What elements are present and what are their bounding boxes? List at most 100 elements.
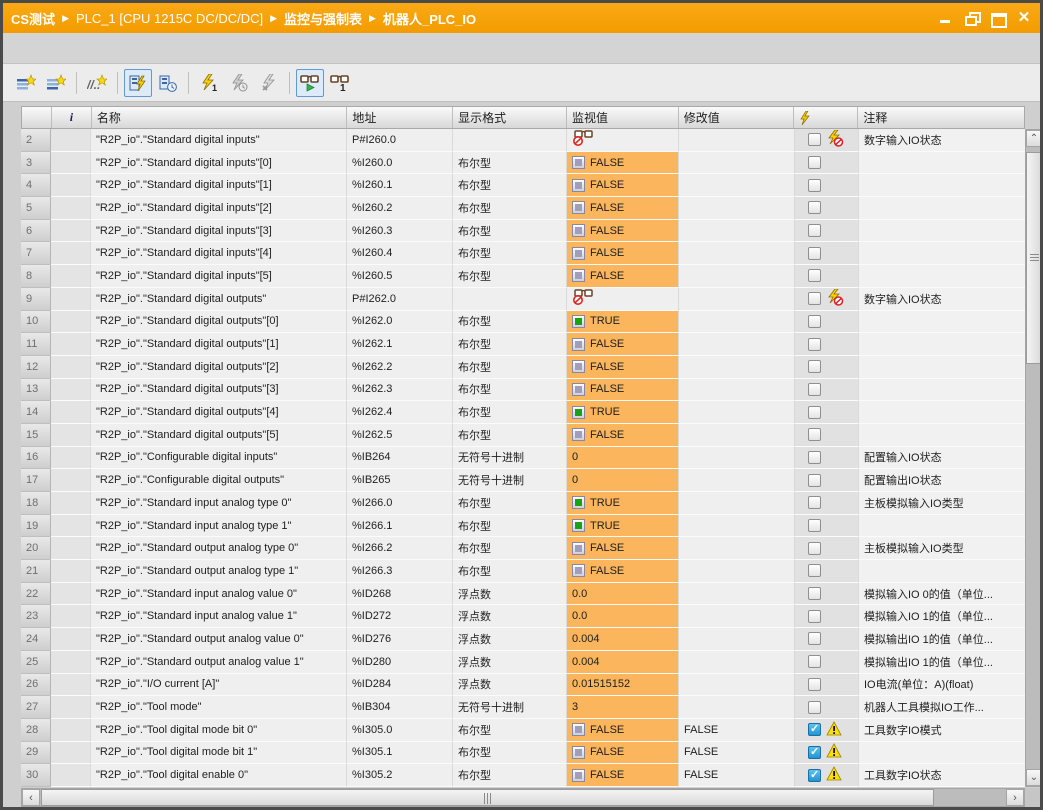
comment-cell[interactable] <box>859 560 1025 583</box>
comment-cell[interactable]: 主板模拟输入IO类型 <box>859 537 1025 560</box>
modify-enable-checkbox[interactable] <box>808 315 821 328</box>
address-cell[interactable]: %ID284 <box>347 674 453 697</box>
modify-value-cell[interactable] <box>679 628 795 651</box>
comment-cell[interactable]: 模拟输入IO 0的值（单位... <box>859 583 1025 606</box>
modify-value-cell[interactable] <box>679 220 795 243</box>
display-format-cell[interactable]: 浮点数 <box>453 583 567 606</box>
modify-enable-checkbox[interactable] <box>808 632 821 645</box>
header-monitor-value[interactable]: 监视值 <box>567 107 679 128</box>
display-format-cell[interactable]: 布尔型 <box>453 265 567 288</box>
comment-cell[interactable] <box>859 174 1025 197</box>
address-cell[interactable]: P#I262.0 <box>347 288 453 311</box>
name-cell[interactable]: "R2P_io"."I/O current [A]" <box>91 674 347 697</box>
watch-all-button[interactable] <box>296 69 324 97</box>
display-format-cell[interactable]: 布尔型 <box>453 197 567 220</box>
row-number-cell[interactable]: 27 <box>21 696 51 719</box>
row-number-cell[interactable]: 2 <box>21 129 51 152</box>
breadcrumb-plc[interactable]: PLC_1 [CPU 1215C DC/DC/DC] <box>76 11 263 26</box>
modify-enable-checkbox[interactable] <box>808 678 821 691</box>
modify-value-cell[interactable] <box>679 469 795 492</box>
monitor-value-cell[interactable]: 0.0 <box>567 583 679 606</box>
monitor-value-cell[interactable]: TRUE <box>567 311 679 334</box>
comment-cell[interactable]: 配置输出IO状态 <box>859 469 1025 492</box>
modify-enable-checkbox[interactable] <box>808 723 821 736</box>
name-cell[interactable]: "R2P_io"."Standard output analog value 1… <box>91 651 347 674</box>
row-number-cell[interactable]: 11 <box>21 333 51 356</box>
monitor-value-cell[interactable]: 3 <box>567 696 679 719</box>
row-number-cell[interactable]: 18 <box>21 492 51 515</box>
display-format-cell[interactable]: 布尔型 <box>453 424 567 447</box>
insert-comment-row-button[interactable]: //.. <box>83 69 111 97</box>
address-cell[interactable]: %ID280 <box>347 651 453 674</box>
insert-row-button[interactable] <box>12 69 40 97</box>
display-format-cell[interactable]: 布尔型 <box>453 152 567 175</box>
row-number-cell[interactable]: 16 <box>21 447 51 470</box>
comment-cell[interactable] <box>859 742 1025 765</box>
row-number-cell[interactable]: 7 <box>21 242 51 265</box>
comment-cell[interactable] <box>859 197 1025 220</box>
display-format-cell[interactable]: 无符号十进制 <box>453 696 567 719</box>
modify-enable-checkbox[interactable] <box>808 542 821 555</box>
modify-value-cell[interactable] <box>679 356 795 379</box>
name-cell[interactable]: "R2P_io"."Standard output analog type 1" <box>91 560 347 583</box>
modify-enable-checkbox[interactable] <box>808 587 821 600</box>
name-cell[interactable]: "R2P_io"."Configurable digital outputs" <box>91 469 347 492</box>
row-number-cell[interactable]: 23 <box>21 605 51 628</box>
modify-value-cell[interactable] <box>679 424 795 447</box>
row-number-cell[interactable]: 21 <box>21 560 51 583</box>
monitor-value-cell[interactable]: FALSE <box>567 424 679 447</box>
comment-cell[interactable]: 主板模拟输入IO类型 <box>859 492 1025 515</box>
monitor-value-cell[interactable]: FALSE <box>567 764 679 787</box>
address-cell[interactable]: %I262.1 <box>347 333 453 356</box>
header-modify-value[interactable]: 修改值 <box>679 107 795 128</box>
address-cell[interactable]: %I262.3 <box>347 379 453 402</box>
comment-cell[interactable]: 数字输入IO状态 <box>859 129 1025 152</box>
comment-cell[interactable] <box>859 311 1025 334</box>
address-cell[interactable]: %IB265 <box>347 469 453 492</box>
name-cell[interactable]: "R2P_io"."Standard digital inputs"[5] <box>91 265 347 288</box>
row-number-cell[interactable]: 20 <box>21 537 51 560</box>
address-cell[interactable]: %I260.5 <box>347 265 453 288</box>
display-format-cell[interactable]: 浮点数 <box>453 651 567 674</box>
restore-icon[interactable] <box>964 11 980 25</box>
breadcrumb-project[interactable]: CS测试 <box>11 9 55 28</box>
modify-value-cell[interactable] <box>679 560 795 583</box>
modify-value-cell[interactable] <box>679 605 795 628</box>
maximize-icon[interactable] <box>990 11 1006 25</box>
address-cell[interactable]: %ID268 <box>347 583 453 606</box>
breadcrumb-watch-tables[interactable]: 监控与强制表 <box>284 9 362 28</box>
comment-cell[interactable] <box>859 379 1025 402</box>
row-number-cell[interactable]: 30 <box>21 764 51 787</box>
modify-value-cell[interactable] <box>679 401 795 424</box>
address-cell[interactable]: %IB264 <box>347 447 453 470</box>
modify-enable-checkbox[interactable] <box>808 156 821 169</box>
display-format-cell[interactable]: 布尔型 <box>453 356 567 379</box>
name-cell[interactable]: "R2P_io"."Tool digital enable 0" <box>91 764 347 787</box>
display-format-cell[interactable]: 浮点数 <box>453 674 567 697</box>
display-format-cell[interactable]: 布尔型 <box>453 242 567 265</box>
display-format-cell[interactable]: 无符号十进制 <box>453 447 567 470</box>
add-row-button[interactable] <box>42 69 70 97</box>
address-cell[interactable]: %IB304 <box>347 696 453 719</box>
name-cell[interactable]: "R2P_io"."Standard digital inputs"[1] <box>91 174 347 197</box>
monitor-value-cell[interactable]: TRUE <box>567 492 679 515</box>
comment-cell[interactable] <box>859 333 1025 356</box>
comment-cell[interactable] <box>859 265 1025 288</box>
modify-value-cell[interactable] <box>679 152 795 175</box>
address-cell[interactable]: %I266.3 <box>347 560 453 583</box>
name-cell[interactable]: "R2P_io"."Standard digital inputs"[3] <box>91 220 347 243</box>
name-cell[interactable]: "R2P_io"."Standard digital outputs"[4] <box>91 401 347 424</box>
name-cell[interactable]: "R2P_io"."Standard digital inputs"[0] <box>91 152 347 175</box>
monitor-value-cell[interactable]: FALSE <box>567 356 679 379</box>
comment-cell[interactable]: 模拟输出IO 1的值（单位... <box>859 651 1025 674</box>
modify-enable-checkbox[interactable] <box>808 519 821 532</box>
monitor-value-cell[interactable]: FALSE <box>567 379 679 402</box>
display-format-cell[interactable]: 布尔型 <box>453 537 567 560</box>
scroll-down-icon[interactable]: ⌄ <box>1026 769 1042 786</box>
modify-value-cell[interactable] <box>679 537 795 560</box>
modify-enable-checkbox[interactable] <box>808 360 821 373</box>
comment-cell[interactable] <box>859 424 1025 447</box>
modify-enable-checkbox[interactable] <box>808 474 821 487</box>
modify-enable-checkbox[interactable] <box>808 269 821 282</box>
monitor-value-cell[interactable]: 0.004 <box>567 651 679 674</box>
